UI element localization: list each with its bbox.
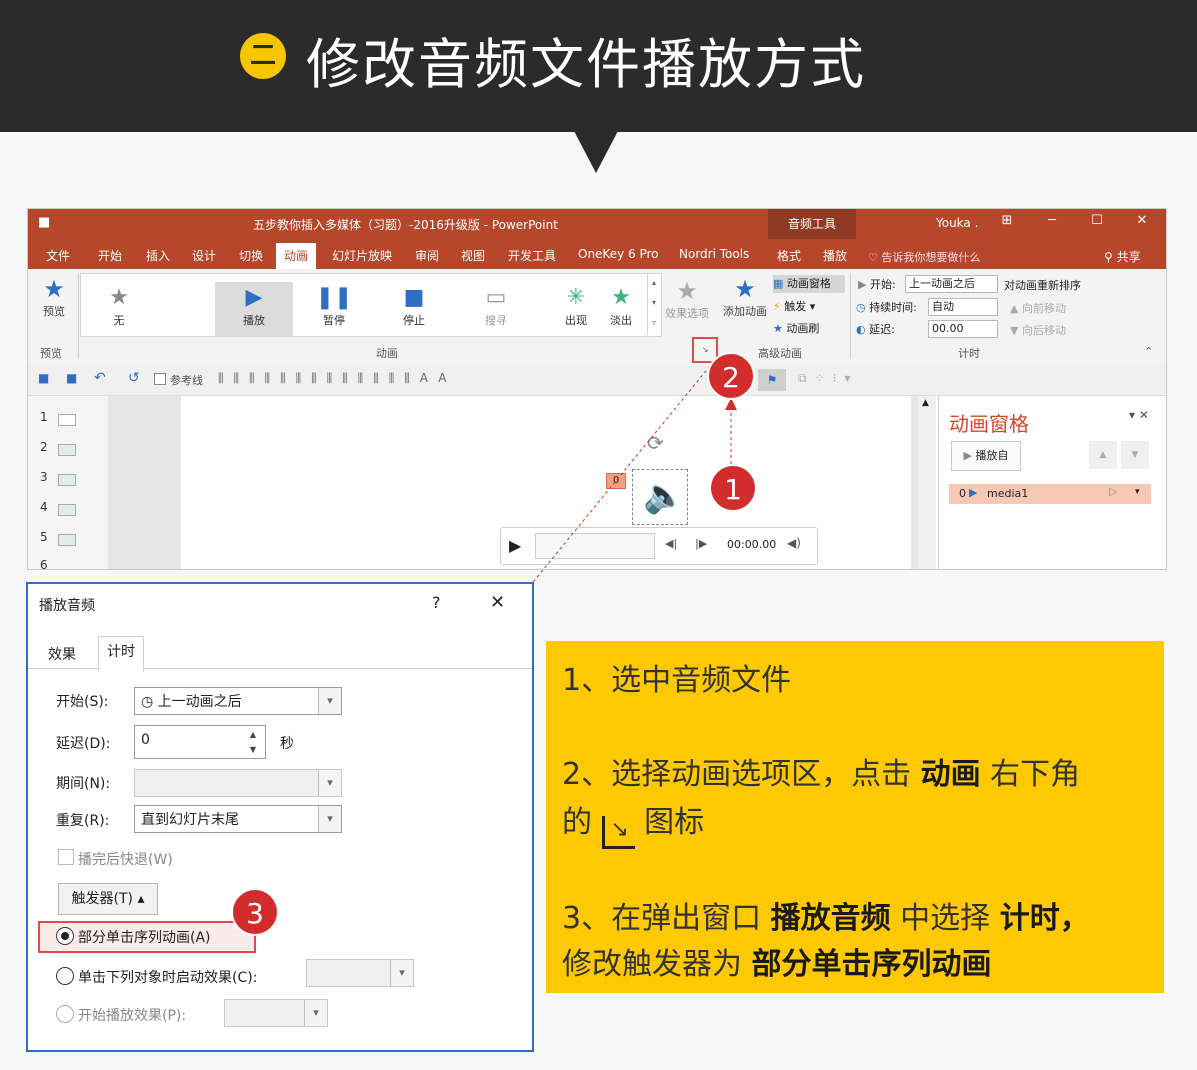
instruction-box: 1、选中音频文件 2、选择动画选项区，点击 动画 右下角 的 ↘ 图标 3、在弹… — [546, 641, 1164, 993]
delay-spinner[interactable]: ▲ ▼ — [244, 727, 262, 757]
step-3-text: 3、在弹出窗口 播放音频 中选择 计时， — [562, 893, 1090, 937]
click-object-radio[interactable] — [56, 967, 74, 985]
chevron-down-icon: ▾ — [390, 960, 413, 986]
radio-dot — [61, 932, 69, 940]
collapse-icon: ▴ — [137, 891, 145, 907]
step-2-text: 2、选择动画选项区，点击 动画 右下角 — [562, 749, 1080, 793]
click-object-label: 单击下列对象时启动效果(C): — [78, 970, 258, 986]
start-play-select[interactable]: ▾ — [224, 999, 328, 1027]
tab-effect[interactable]: 效果 — [40, 640, 84, 670]
clock-icon: ◷ — [141, 694, 158, 710]
step-2-part: 右下角 — [980, 757, 1081, 792]
dialog-body: 开始(S): ◷ 上一动画之后 ▾ 延迟(D): 0 ▲ ▼ 秒 期间(N): ▾… — [28, 668, 532, 1052]
rewind-checkbox[interactable] — [58, 849, 74, 865]
step-marker-3: 3 — [231, 888, 279, 936]
sequence-radio[interactable] — [56, 927, 74, 945]
repeat-select[interactable]: 直到幻灯片末尾 ▾ — [134, 805, 342, 833]
step-3-part: 中选择 — [890, 901, 1000, 936]
step-3-cont-text: 修改触发器为 部分单击序列动画 — [562, 939, 992, 983]
step-3-bold: 播放音频 — [770, 901, 891, 936]
step-3-part: 修改触发器为 — [562, 947, 752, 982]
trigger-button-label: 触发器(T) — [71, 891, 133, 907]
step-2-bold: 动画 — [920, 757, 981, 792]
dialog-close-icon[interactable]: ✕ — [490, 592, 505, 613]
start-select-value: 上一动画之后 — [157, 694, 242, 710]
step-marker-2: 2 — [707, 352, 755, 400]
chevron-down-icon: ▾ — [304, 1000, 327, 1026]
connector-line — [519, 365, 711, 599]
tab-timing[interactable]: 计时 — [98, 636, 144, 672]
seconds-unit: 秒 — [280, 736, 294, 752]
step-2-part: 2、选择动画选项区，点击 — [562, 757, 921, 792]
click-object-select[interactable]: ▾ — [306, 959, 414, 987]
play-audio-dialog: 播放音频 ? ✕ 效果 计时 开始(S): ◷ 上一动画之后 ▾ 延迟(D): … — [26, 582, 534, 1052]
chevron-down-icon: ▾ — [318, 806, 341, 832]
step-3-part: 3、在弹出窗口 — [562, 901, 771, 936]
period-select[interactable]: ▾ — [134, 769, 342, 797]
period-field-label: 期间(N): — [56, 776, 111, 792]
trigger-button[interactable]: 触发器(T) ▴ — [58, 883, 158, 915]
start-field-label: 开始(S): — [56, 694, 109, 710]
step-2-cont-text: 的 ↘ 图标 — [562, 797, 704, 849]
step-3-bold: 部分单击序列动画 — [751, 947, 992, 982]
step-2-part: 图标 — [634, 805, 705, 840]
rewind-label: 播完后快退(W) — [78, 852, 173, 868]
chevron-down-icon: ▾ — [318, 770, 341, 796]
repeat-field-label: 重复(R): — [56, 813, 110, 829]
delay-field-label: 延迟(D): — [56, 736, 111, 752]
help-icon[interactable]: ? — [432, 593, 441, 612]
step-marker-1: 1 — [709, 464, 757, 512]
step-2-part: 的 — [562, 805, 602, 840]
start-play-radio[interactable] — [56, 1005, 74, 1023]
start-play-label: 开始播放效果(P): — [78, 1008, 187, 1024]
step-3-bold: 计时， — [999, 901, 1090, 936]
chevron-down-icon: ▾ — [318, 688, 341, 714]
start-select[interactable]: ◷ 上一动画之后 ▾ — [134, 687, 342, 715]
sequence-label: 部分单击序列动画(A) — [78, 930, 211, 946]
step-1-text: 1、选中音频文件 — [562, 663, 792, 698]
dialog-launcher-icon: ↘ — [601, 816, 635, 849]
repeat-select-value: 直到幻灯片末尾 — [141, 812, 239, 828]
dialog-title: 播放音频 — [39, 598, 95, 614]
